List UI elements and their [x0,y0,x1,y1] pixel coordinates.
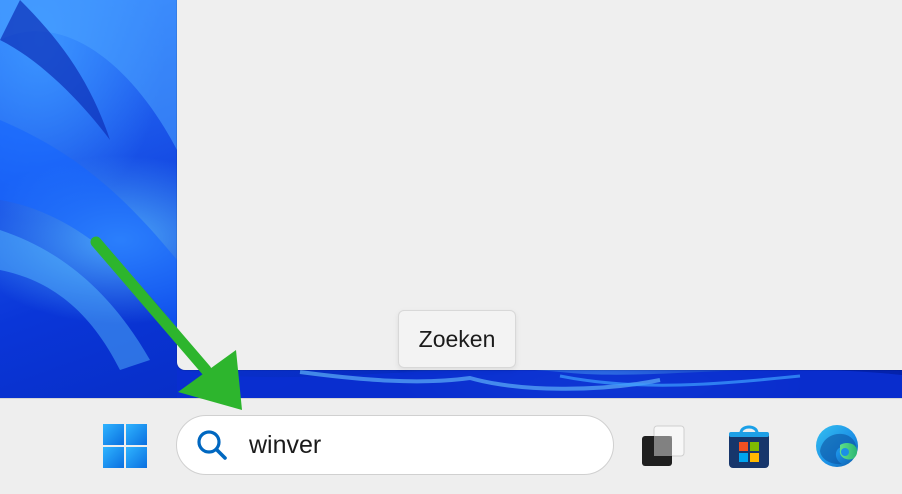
search-input[interactable]: winver [249,431,321,460]
start-button[interactable] [98,419,152,473]
search-tooltip: Zoeken [398,310,516,368]
microsoft-store-icon [729,425,769,468]
taskbar: winver [0,398,902,494]
task-view-icon [642,425,685,466]
search-flyout-panel [177,0,902,370]
search-icon [195,428,229,462]
edge-icon [816,425,858,467]
taskbar-search-box[interactable]: winver [176,415,614,475]
tooltip-label: Zoeken [418,325,496,352]
edge-browser-button[interactable] [810,419,864,473]
windows-logo-icon [103,424,147,468]
task-view-button[interactable] [636,419,690,473]
microsoft-store-button[interactable] [722,419,776,473]
